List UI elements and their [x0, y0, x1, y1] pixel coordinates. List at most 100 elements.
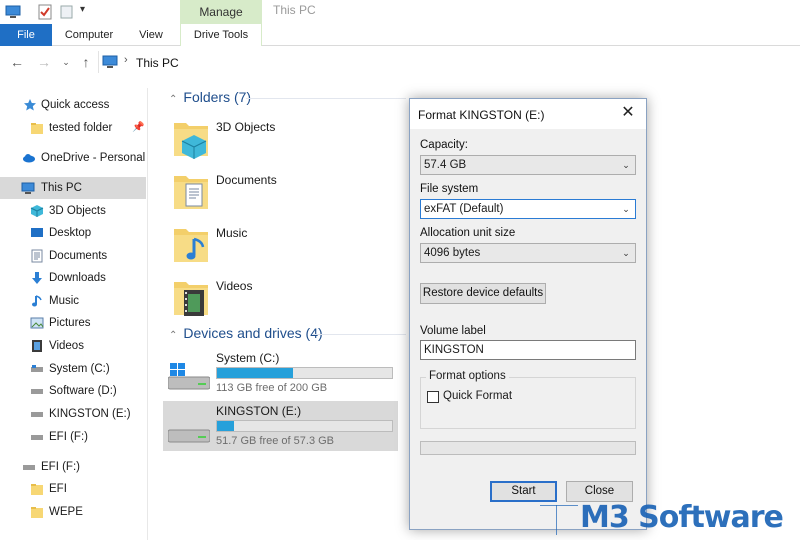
- download-icon: [32, 272, 42, 284]
- folder-3d-objects-icon: [174, 123, 208, 159]
- back-arrow-icon[interactable]: ←: [9, 54, 25, 70]
- pin-icon[interactable]: 📌: [132, 117, 144, 139]
- windows-drive-icon: [168, 363, 210, 390]
- quick-access-toolbar: ▾ Manage This PC: [0, 0, 800, 24]
- file-explorer-window: ▾ Manage This PC File Computer View Driv…: [0, 0, 800, 540]
- tab-computer[interactable]: Computer: [58, 24, 120, 46]
- sidebar-item-onedrive[interactable]: OneDrive - Personal: [0, 147, 146, 169]
- group-divider: [246, 98, 406, 99]
- forward-arrow-icon[interactable]: →: [36, 54, 52, 70]
- sidebar-item-desktop[interactable]: Desktop: [0, 222, 146, 244]
- sidebar-item-kingston-e[interactable]: KINGSTON (E:): [0, 403, 146, 425]
- folder-item-3d-objects[interactable]: 3D Objects: [172, 117, 402, 165]
- volume-label-label: Volume label: [420, 325, 486, 337]
- customize-qat-icon[interactable]: ▾: [80, 4, 96, 20]
- sidebar-item-downloads[interactable]: Downloads: [0, 267, 146, 289]
- start-button[interactable]: Start: [490, 481, 557, 502]
- tab-drive-tools[interactable]: Drive Tools: [180, 24, 262, 46]
- window-title: This PC: [273, 3, 316, 17]
- music-icon: [32, 295, 42, 307]
- dialog-titlebar: Format KINGSTON (E:) ✕: [410, 99, 646, 129]
- quick-format-label[interactable]: Quick Format: [443, 390, 512, 402]
- drive-icon: [31, 435, 43, 440]
- collapse-chevron-icon[interactable]: ⌃: [169, 330, 177, 341]
- breadcrumb-chevron-icon[interactable]: ›: [124, 54, 128, 66]
- drive-icon: [31, 412, 43, 417]
- ribbon-tabs: File Computer View Drive Tools: [0, 24, 800, 46]
- desktop-icon: [31, 228, 43, 237]
- manage-context-tab[interactable]: Manage: [180, 0, 262, 24]
- group-divider: [313, 334, 406, 335]
- folder-item-music[interactable]: Music: [172, 223, 402, 271]
- folder-icon: [31, 484, 43, 495]
- capacity-select[interactable]: 57.4 GB ⌄: [420, 155, 636, 175]
- sidebar-item-software-d[interactable]: Software (D:): [0, 380, 146, 402]
- quick-format-checkbox[interactable]: [427, 391, 439, 403]
- folder-icon: [31, 123, 43, 134]
- format-progress-bar: [420, 441, 636, 455]
- picture-icon: [30, 317, 44, 329]
- collapse-chevron-icon[interactable]: ⌃: [169, 94, 177, 105]
- sidebar-item-wepe[interactable]: WEPE: [0, 501, 146, 523]
- pc-icon[interactable]: [5, 4, 21, 20]
- folders-group-header[interactable]: ⌃ Folders (7): [169, 89, 251, 105]
- restore-defaults-button[interactable]: Restore device defaults: [420, 283, 546, 304]
- capacity-label: Capacity:: [420, 139, 468, 151]
- cube-icon: [30, 205, 44, 217]
- drive-item-system-c[interactable]: System (C:) 113 GB free of 200 GB: [163, 348, 398, 398]
- drive-icon: [168, 429, 210, 443]
- allocation-size-label: Allocation unit size: [420, 227, 516, 239]
- sidebar-item-system-c[interactable]: System (C:): [0, 358, 146, 380]
- drive-usage-bar: [216, 367, 393, 379]
- new-folder-icon[interactable]: [59, 4, 75, 20]
- sidebar-item-pictures[interactable]: Pictures: [0, 312, 146, 334]
- sidebar-item-efi-f-root[interactable]: EFI (F:): [0, 456, 146, 478]
- document-icon: [31, 249, 43, 263]
- pc-icon: [21, 182, 35, 194]
- sidebar-item-efi[interactable]: EFI: [0, 478, 146, 500]
- sidebar-item-documents[interactable]: Documents: [0, 245, 146, 267]
- sidebar-item-3d-objects[interactable]: 3D Objects: [0, 200, 146, 222]
- folder-icon: [31, 507, 43, 518]
- chevron-down-icon: ⌄: [622, 204, 630, 214]
- sidebar-item-this-pc[interactable]: This PC: [0, 177, 146, 199]
- breadcrumb[interactable]: This PC: [136, 56, 179, 70]
- address-bar[interactable]: [98, 51, 798, 73]
- folder-item-documents[interactable]: Documents: [172, 170, 402, 218]
- folder-videos-icon: [174, 282, 208, 316]
- tab-view[interactable]: View: [130, 24, 172, 46]
- file-system-select[interactable]: exFAT (Default) ⌄: [420, 199, 636, 219]
- sidebar-item-videos[interactable]: Videos: [0, 335, 146, 357]
- folder-item-videos[interactable]: Videos: [172, 276, 402, 324]
- watermark-line: [540, 505, 578, 506]
- drive-item-kingston-e[interactable]: KINGSTON (E:) 51.7 GB free of 57.3 GB: [163, 401, 398, 451]
- drive-icon: [31, 365, 43, 372]
- watermark-line: [556, 505, 557, 535]
- properties-icon[interactable]: [37, 4, 53, 20]
- format-options-label: Format options: [426, 370, 509, 382]
- tab-file[interactable]: File: [0, 24, 52, 46]
- watermark-logo: M3 Software: [580, 500, 784, 535]
- sidebar-item-quick-access[interactable]: Quick access: [0, 94, 146, 116]
- star-icon: [24, 99, 36, 111]
- drive-usage-fill: [217, 421, 235, 431]
- drives-group-header[interactable]: ⌃ Devices and drives (4): [169, 325, 323, 341]
- sidebar-item-tested-folder[interactable]: tested folder 📌: [0, 117, 146, 139]
- cloud-icon: [23, 154, 35, 163]
- sidebar-item-music[interactable]: Music: [0, 290, 146, 312]
- recent-locations-icon[interactable]: ⌄: [58, 54, 74, 70]
- chevron-down-icon: ⌄: [622, 160, 630, 170]
- close-button[interactable]: Close: [566, 481, 633, 502]
- drive-usage-bar: [216, 420, 393, 432]
- drive-usage-fill: [217, 368, 294, 378]
- close-icon[interactable]: ✕: [620, 105, 636, 121]
- format-options-group: [420, 377, 636, 429]
- drive-icon: [31, 389, 43, 394]
- pc-icon: [102, 55, 118, 68]
- allocation-size-select[interactable]: 4096 bytes ⌄: [420, 243, 636, 263]
- address-bar-row: ← → ⌄ ↑ › This PC: [0, 47, 800, 77]
- volume-label-input[interactable]: KINGSTON: [420, 340, 636, 360]
- up-arrow-icon[interactable]: ↑: [78, 54, 94, 70]
- sidebar-item-efi-f[interactable]: EFI (F:): [0, 426, 146, 448]
- folder-documents-icon: [174, 176, 208, 209]
